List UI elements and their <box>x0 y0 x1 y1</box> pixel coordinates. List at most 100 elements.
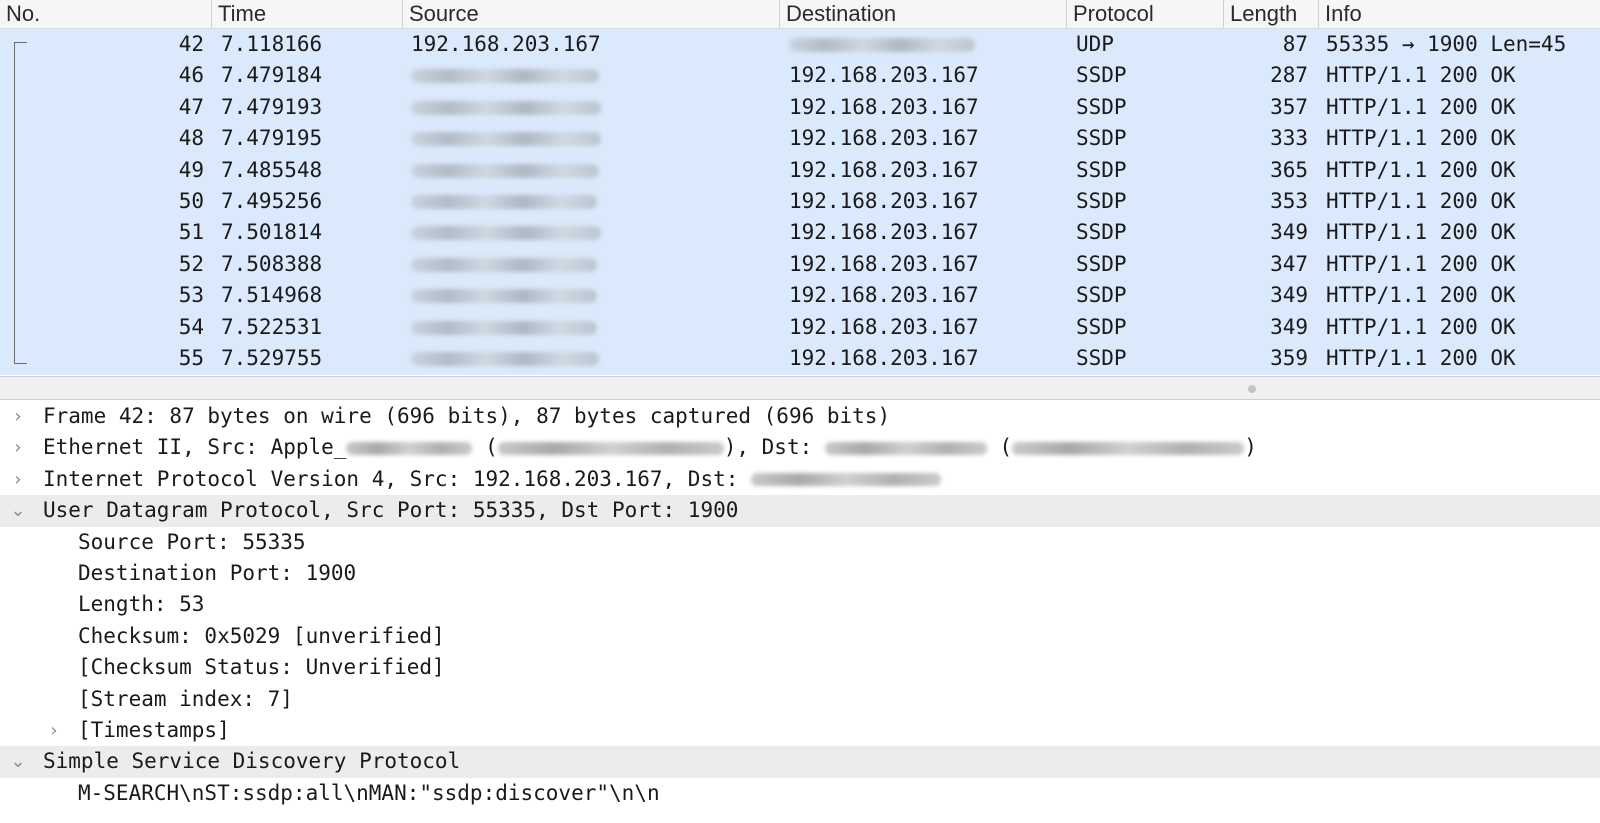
packet-row[interactable]: 53 7.514968 192.168.203.167 SSDP 349 HTT… <box>0 280 1600 311</box>
tree-field[interactable]: Length: 53 <box>0 589 1600 620</box>
tree-item-label: Frame 42: 87 bytes on wire (696 bits), 8… <box>43 401 890 432</box>
packet-row[interactable]: 47 7.479193 192.168.203.167 SSDP 357 HTT… <box>0 92 1600 123</box>
ip-label: Internet Protocol Version 4, Src: 192.16… <box>43 467 751 491</box>
packet-destination: 192.168.203.167 <box>789 60 979 91</box>
tree-field[interactable]: M-SEARCH\nST:ssdp:all\nMAN:"ssdp:discove… <box>0 778 1600 809</box>
chevron-right-icon[interactable]: › <box>44 715 64 746</box>
tree-field[interactable]: Destination Port: 1900 <box>0 558 1600 589</box>
tree-item-label: Internet Protocol Version 4, Src: 192.16… <box>43 464 941 495</box>
packet-length: 347 <box>1240 249 1308 280</box>
packet-number: 47 <box>0 92 204 123</box>
packet-list[interactable]: No. Time Source Destination Protocol Len… <box>0 0 1600 376</box>
packet-time: 7.118166 <box>221 29 322 60</box>
tree-item-label: Simple Service Discovery Protocol <box>43 746 460 777</box>
column-header-no[interactable]: No. <box>0 0 212 28</box>
packet-source-redacted <box>411 60 599 91</box>
packet-length: 365 <box>1240 155 1308 186</box>
tree-item-frame[interactable]: › Frame 42: 87 bytes on wire (696 bits),… <box>0 401 1600 432</box>
packet-protocol: SSDP <box>1076 312 1127 343</box>
packet-row[interactable]: 54 7.522531 192.168.203.167 SSDP 349 HTT… <box>0 312 1600 343</box>
packet-length: 333 <box>1240 123 1308 154</box>
packet-time: 7.485548 <box>221 155 322 186</box>
packet-length: 349 <box>1240 280 1308 311</box>
tree-field-label: Checksum: 0x5029 [unverified] <box>78 621 445 652</box>
packet-info: HTTP/1.1 200 OK <box>1326 249 1516 280</box>
tree-item-timestamps[interactable]: › [Timestamps] <box>0 715 1600 746</box>
tree-field[interactable]: [Stream index: 7] <box>0 684 1600 715</box>
packet-row[interactable]: 42 7.118166 192.168.203.167 UDP 87 55335… <box>0 29 1600 60</box>
chevron-down-icon[interactable]: ⌄ <box>8 746 28 777</box>
packet-info: HTTP/1.1 200 OK <box>1326 155 1516 186</box>
chevron-down-icon[interactable]: ⌄ <box>8 495 28 526</box>
redacted-value <box>498 442 724 455</box>
tree-item-udp[interactable]: ⌄ User Datagram Protocol, Src Port: 5533… <box>0 495 1600 526</box>
pane-splitter[interactable] <box>0 376 1600 400</box>
column-header-info[interactable]: Info <box>1318 0 1600 28</box>
packet-source-redacted <box>411 249 597 280</box>
packet-source-redacted <box>411 217 601 248</box>
packet-source-redacted <box>411 92 601 123</box>
packet-time: 7.501814 <box>221 217 322 248</box>
packet-protocol: SSDP <box>1076 92 1127 123</box>
tree-item-ssdp[interactable]: ⌄ Simple Service Discovery Protocol <box>0 746 1600 777</box>
packet-time: 7.522531 <box>221 312 322 343</box>
tree-field-label: [Stream index: 7] <box>78 684 293 715</box>
packet-protocol: SSDP <box>1076 155 1127 186</box>
packet-list-header: No. Time Source Destination Protocol Len… <box>0 0 1600 29</box>
packet-info: HTTP/1.1 200 OK <box>1326 343 1516 374</box>
packet-length: 349 <box>1240 217 1308 248</box>
packet-info: HTTP/1.1 200 OK <box>1326 217 1516 248</box>
tree-item-ip[interactable]: › Internet Protocol Version 4, Src: 192.… <box>0 464 1600 495</box>
splitter-handle-icon[interactable] <box>1248 385 1256 393</box>
tree-item-label: Ethernet II, Src: Apple_ (), Dst: () <box>43 432 1257 463</box>
packet-row[interactable]: 46 7.479184 192.168.203.167 SSDP 287 HTT… <box>0 60 1600 91</box>
tree-field[interactable]: Source Port: 55335 <box>0 527 1600 558</box>
packet-number: 42 <box>0 29 204 60</box>
packet-number: 53 <box>0 280 204 311</box>
tree-field-label: [Checksum Status: Unverified] <box>78 652 445 683</box>
packet-info: HTTP/1.1 200 OK <box>1326 60 1516 91</box>
column-header-destination[interactable]: Destination <box>779 0 1067 28</box>
packet-time: 7.495256 <box>221 186 322 217</box>
packet-row[interactable]: 48 7.479195 192.168.203.167 SSDP 333 HTT… <box>0 123 1600 154</box>
ethernet-open-paren-2: ( <box>987 435 1012 459</box>
packet-number: 49 <box>0 155 204 186</box>
packet-number: 50 <box>0 186 204 217</box>
column-header-length[interactable]: Length <box>1223 0 1319 28</box>
packet-protocol: SSDP <box>1076 343 1127 374</box>
packet-destination-redacted <box>789 29 975 60</box>
redacted-value <box>825 442 987 455</box>
chevron-right-icon[interactable]: › <box>8 432 28 463</box>
packet-row[interactable]: 50 7.495256 192.168.203.167 SSDP 353 HTT… <box>0 186 1600 217</box>
column-header-source[interactable]: Source <box>402 0 780 28</box>
packet-time: 7.479195 <box>221 123 322 154</box>
packet-destination: 192.168.203.167 <box>789 249 979 280</box>
packet-time: 7.508388 <box>221 249 322 280</box>
packet-protocol: SSDP <box>1076 60 1127 91</box>
tree-field[interactable]: [Checksum Status: Unverified] <box>0 652 1600 683</box>
packet-source-redacted <box>411 280 597 311</box>
packet-destination: 192.168.203.167 <box>789 217 979 248</box>
packet-info: HTTP/1.1 200 OK <box>1326 92 1516 123</box>
tree-field[interactable]: Checksum: 0x5029 [unverified] <box>0 621 1600 652</box>
tree-field-label: Length: 53 <box>78 589 204 620</box>
redacted-value <box>751 473 941 486</box>
packet-source-redacted <box>411 186 597 217</box>
packet-destination: 192.168.203.167 <box>789 312 979 343</box>
packet-row[interactable]: 49 7.485548 192.168.203.167 SSDP 365 HTT… <box>0 155 1600 186</box>
packet-details-tree[interactable]: › Frame 42: 87 bytes on wire (696 bits),… <box>0 401 1600 823</box>
packet-number: 52 <box>0 249 204 280</box>
column-header-protocol[interactable]: Protocol <box>1066 0 1225 28</box>
tree-field-label: [Timestamps] <box>78 715 230 746</box>
tree-item-ethernet[interactable]: › Ethernet II, Src: Apple_ (), Dst: () <box>0 432 1600 463</box>
column-header-time[interactable]: Time <box>211 0 403 28</box>
packet-row[interactable]: 52 7.508388 192.168.203.167 SSDP 347 HTT… <box>0 249 1600 280</box>
packet-row[interactable]: 51 7.501814 192.168.203.167 SSDP 349 HTT… <box>0 217 1600 248</box>
packet-info: HTTP/1.1 200 OK <box>1326 123 1516 154</box>
packet-row[interactable]: 55 7.529755 192.168.203.167 SSDP 359 HTT… <box>0 343 1600 374</box>
chevron-right-icon[interactable]: › <box>8 464 28 495</box>
ethernet-close: ) <box>1244 435 1257 459</box>
packet-destination: 192.168.203.167 <box>789 92 979 123</box>
packet-number: 51 <box>0 217 204 248</box>
chevron-right-icon[interactable]: › <box>8 401 28 432</box>
